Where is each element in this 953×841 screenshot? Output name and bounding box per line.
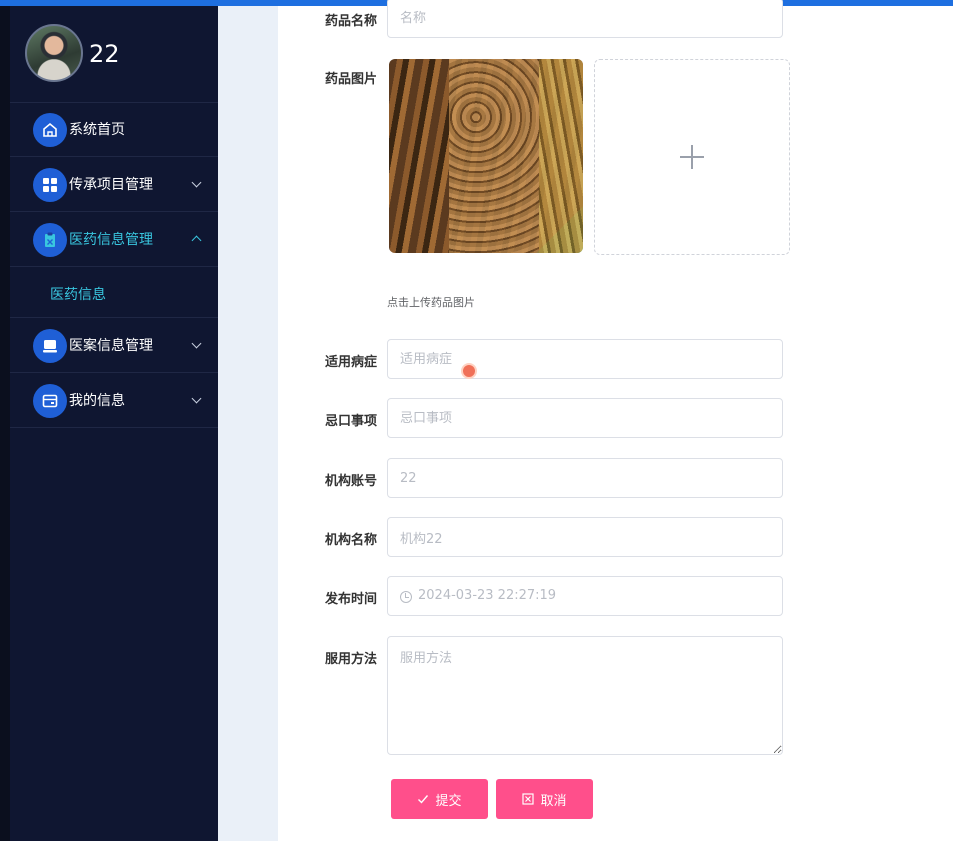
field-label: 机构账号 (324, 474, 377, 489)
chevron-down-icon (191, 338, 202, 349)
menu-label: 医案信息管理 (69, 338, 153, 354)
usage-textarea[interactable] (387, 636, 783, 755)
medicine-name-input[interactable] (387, 0, 783, 38)
content-gutter (218, 6, 278, 841)
mouse-cursor-indicator (461, 363, 477, 379)
upload-image-button[interactable] (594, 59, 790, 255)
home-icon (33, 113, 67, 147)
clipboard-icon (33, 223, 67, 257)
uploaded-medicine-image[interactable] (389, 59, 583, 253)
avatar[interactable] (25, 24, 83, 82)
field-label: 服用方法 (324, 652, 377, 667)
cancel-label: 取消 (540, 793, 567, 809)
org-name-input[interactable] (387, 517, 783, 557)
field-label: 忌口事项 (324, 414, 377, 429)
field-label: 机构名称 (324, 533, 377, 548)
chevron-down-icon (191, 177, 202, 188)
menu-item-my-info[interactable]: 我的信息 (10, 373, 218, 428)
org-account-input[interactable] (387, 458, 783, 498)
menu-item-home[interactable]: 系统首页 (10, 102, 218, 157)
field-label: 发布时间 (324, 592, 377, 607)
user-profile: 22 (10, 6, 218, 103)
field-label: 药品名称 (324, 14, 377, 29)
menu-label: 我的信息 (69, 393, 125, 409)
menu-label: 传承项目管理 (69, 177, 153, 193)
check-icon (418, 795, 429, 804)
submit-label: 提交 (435, 793, 462, 809)
grid-icon (33, 168, 67, 202)
submenu-item-medicine-info[interactable]: 医药信息 (10, 267, 218, 318)
menu-item-heritage-projects[interactable]: 传承项目管理 (10, 157, 218, 212)
cancel-button[interactable]: 取消 (496, 779, 593, 819)
chevron-down-icon (191, 393, 202, 404)
menu-label: 系统首页 (69, 122, 125, 138)
upload-tip: 点击上传药品图片 (387, 296, 475, 309)
monitor-icon (33, 329, 67, 363)
wallet-icon (33, 384, 67, 418)
field-label: 适用病症 (324, 355, 377, 370)
field-label: 药品图片 (324, 72, 377, 87)
medicine-form: 药品名称 药品图片 点击上传药品图片 适用病症 忌口事项 机构账号 机构名称 发… (278, 0, 953, 841)
taboo-input[interactable] (387, 398, 783, 438)
publish-time-value: 2024-03-23 22:27:19 (418, 588, 557, 603)
menu-item-medicine-management[interactable]: 医药信息管理 (10, 212, 218, 267)
chevron-up-icon (191, 235, 202, 246)
close-box-icon (522, 793, 535, 805)
menu-label: 医药信息管理 (69, 232, 153, 248)
clock-icon (400, 591, 412, 603)
submenu-label: 医药信息 (50, 287, 106, 303)
left-edge-strip (0, 6, 10, 841)
username: 22 (89, 40, 120, 68)
submit-button[interactable]: 提交 (391, 779, 488, 819)
sidebar: 22 系统首页 传承项目管理 医药信息管理 医药信息 医案信息管理 我的信息 (10, 6, 218, 841)
publish-time-picker[interactable]: 2024-03-23 22:27:19 (387, 576, 783, 616)
menu-item-case-management[interactable]: 医案信息管理 (10, 318, 218, 373)
indication-input[interactable] (387, 339, 783, 379)
